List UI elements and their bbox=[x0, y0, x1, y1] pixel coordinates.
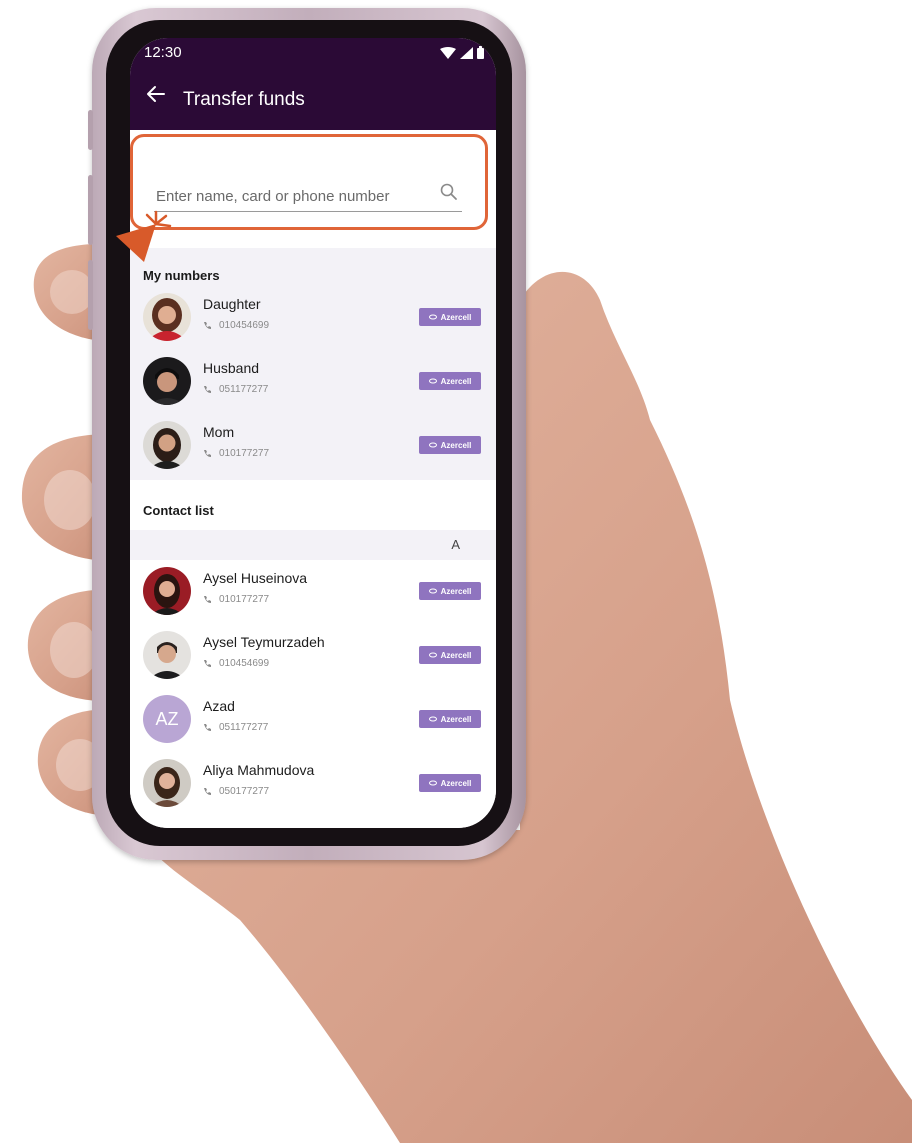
operator-name: Azercell bbox=[440, 312, 472, 322]
phone-icon bbox=[204, 322, 211, 329]
contact-phone: 010454699 bbox=[219, 658, 270, 669]
contact-phone-line: 051177277 bbox=[203, 384, 268, 395]
alphabet-divider: A bbox=[130, 530, 496, 560]
azercell-logo-icon bbox=[428, 716, 437, 722]
phone-icon bbox=[204, 596, 211, 603]
operator-badge[interactable]: Azercell bbox=[419, 308, 481, 326]
azercell-logo-icon bbox=[428, 588, 437, 594]
app-header: 12:30 Transfer funds bbox=[130, 38, 496, 130]
avatar bbox=[143, 421, 191, 469]
contact-name: Husband bbox=[203, 360, 260, 376]
battery-icon bbox=[477, 46, 484, 59]
operator-badge[interactable]: Azercell bbox=[419, 372, 481, 390]
contact-phone-line: 050177277 bbox=[203, 786, 269, 797]
phone-icon bbox=[204, 724, 211, 731]
contact-phone: 010177277 bbox=[219, 594, 270, 605]
my-number-row-daughter[interactable]: Daughter 010454699 Azercell bbox=[130, 286, 496, 350]
phone-volume-down-button bbox=[88, 260, 93, 330]
phone-icon bbox=[204, 386, 211, 393]
azercell-logo-icon bbox=[428, 442, 437, 448]
contact-name: Aliya Mahmudova bbox=[203, 762, 315, 778]
contact-name: Azad bbox=[203, 698, 235, 714]
contact-phone: 050177277 bbox=[219, 786, 270, 797]
avatar-initials: AZ bbox=[143, 695, 191, 743]
contact-row-aysel-teymurzadeh[interactable]: Aysel Teymurzadeh 010454699 Azercell bbox=[130, 624, 496, 688]
page-title: Transfer funds bbox=[183, 89, 305, 110]
contact-phone-line: 010454699 bbox=[203, 658, 269, 669]
contact-name: Aysel Huseinova bbox=[203, 570, 308, 586]
contact-row-azad[interactable]: AZ Azad 051177277 Azercell bbox=[130, 688, 496, 752]
contact-phone: 051177277 bbox=[219, 722, 269, 733]
contact-phone: 051177277 bbox=[219, 384, 269, 395]
signal-icon bbox=[460, 47, 473, 59]
phone-icon bbox=[204, 450, 211, 457]
contact-name: Aysel Teymurzadeh bbox=[203, 634, 325, 650]
contact-phone-line: 010177277 bbox=[203, 594, 269, 605]
contact-phone: 010177277 bbox=[219, 448, 270, 459]
phone-volume-up-button bbox=[88, 175, 93, 245]
my-numbers-title: My numbers bbox=[143, 268, 220, 283]
phone-side-button bbox=[88, 110, 93, 150]
contact-phone-line: 010454699 bbox=[203, 320, 269, 331]
operator-badge[interactable]: Azercell bbox=[419, 774, 481, 792]
azercell-logo-icon bbox=[428, 378, 437, 384]
my-number-row-mom[interactable]: Mom 010177277 Azercell bbox=[130, 414, 496, 478]
operator-name: Azercell bbox=[440, 586, 472, 596]
contact-phone-line: 010177277 bbox=[203, 448, 269, 459]
azercell-logo-icon bbox=[428, 780, 437, 786]
contact-phone-line: 051177277 bbox=[203, 722, 268, 733]
contact-name: Daughter bbox=[203, 296, 261, 312]
back-arrow-icon[interactable] bbox=[146, 84, 166, 104]
my-number-row-husband[interactable]: Husband 051177277 Azercell bbox=[130, 350, 496, 414]
avatar bbox=[143, 293, 191, 341]
status-time: 12:30 bbox=[144, 44, 182, 61]
operator-name: Azercell bbox=[440, 714, 472, 724]
avatar bbox=[143, 357, 191, 405]
operator-name: Azercell bbox=[440, 376, 472, 386]
scene: 12:30 Transfer funds My numbers bbox=[0, 0, 912, 1143]
contact-list-title: Contact list bbox=[143, 503, 214, 518]
operator-badge[interactable]: Azercell bbox=[419, 646, 481, 664]
operator-name: Azercell bbox=[440, 650, 472, 660]
phone-icon bbox=[204, 660, 211, 667]
contact-row-aysel-huseinova[interactable]: Aysel Huseinova 010177277 Azercell bbox=[130, 560, 496, 624]
my-numbers-section: My numbers Daughter 010454699 Azercell H… bbox=[130, 248, 496, 480]
azercell-logo-icon bbox=[428, 652, 437, 658]
azercell-logo-icon bbox=[428, 314, 437, 320]
operator-badge[interactable]: Azercell bbox=[419, 710, 481, 728]
contact-phone: 010454699 bbox=[219, 320, 270, 331]
contact-row-aliya-mahmudova[interactable]: Aliya Mahmudova 050177277 Azercell bbox=[130, 752, 496, 816]
search-highlight-box bbox=[130, 134, 488, 230]
wifi-icon bbox=[440, 47, 456, 59]
alphabet-letter: A bbox=[451, 537, 460, 552]
contact-name: Mom bbox=[203, 424, 235, 440]
cursor-pointer-icon bbox=[116, 210, 172, 262]
operator-name: Azercell bbox=[440, 778, 472, 788]
operator-name: Azercell bbox=[440, 440, 472, 450]
phone-icon bbox=[204, 788, 211, 795]
operator-badge[interactable]: Azercell bbox=[419, 436, 481, 454]
status-icons bbox=[440, 46, 484, 59]
avatar bbox=[143, 759, 191, 807]
operator-badge[interactable]: Azercell bbox=[419, 582, 481, 600]
avatar bbox=[143, 567, 191, 615]
avatar bbox=[143, 631, 191, 679]
